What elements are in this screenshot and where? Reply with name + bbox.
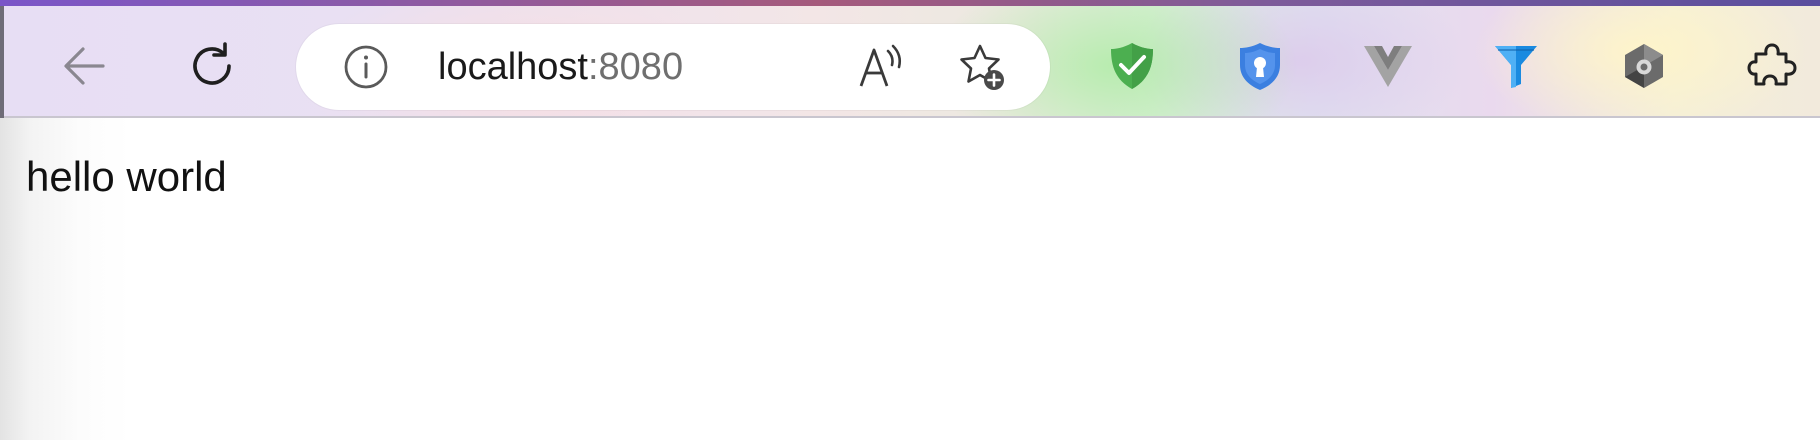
extension-bitwarden[interactable]: [1230, 36, 1290, 96]
page-text: hello world: [26, 153, 227, 200]
arrow-left-icon: [64, 47, 105, 85]
star-add-icon: [960, 44, 1004, 90]
browser-toolbar: localhost:8080: [0, 6, 1820, 118]
puzzle-icon: [1747, 43, 1797, 86]
reload-icon: [193, 42, 231, 85]
funnel-icon: [1495, 46, 1537, 88]
url-text[interactable]: localhost:8080: [438, 44, 683, 90]
add-favorite-button[interactable]: [956, 41, 1008, 93]
shield-keyhole-icon: [1240, 43, 1280, 90]
reload-button[interactable]: [183, 36, 243, 96]
url-host: localhost: [438, 46, 588, 88]
address-bar[interactable]: localhost:8080: [296, 24, 1050, 110]
extension-adguard[interactable]: [1102, 36, 1162, 96]
page-content: hello world: [0, 118, 1820, 440]
back-button[interactable]: [55, 36, 115, 96]
read-aloud-icon: [859, 44, 902, 87]
copilot-logo-icon: [1625, 44, 1663, 88]
info-icon: [344, 45, 388, 89]
shield-check-icon: [1111, 43, 1153, 89]
extension-copilot[interactable]: [1614, 36, 1674, 96]
extensions-button[interactable]: [1742, 36, 1802, 96]
url-port: :8080: [587, 46, 684, 88]
site-info-button[interactable]: [342, 43, 390, 91]
extension-vue-devtools[interactable]: [1358, 36, 1418, 96]
read-aloud-button[interactable]: [854, 41, 906, 93]
vue-logo-icon: [1364, 46, 1412, 87]
extension-filter[interactable]: [1486, 36, 1546, 96]
